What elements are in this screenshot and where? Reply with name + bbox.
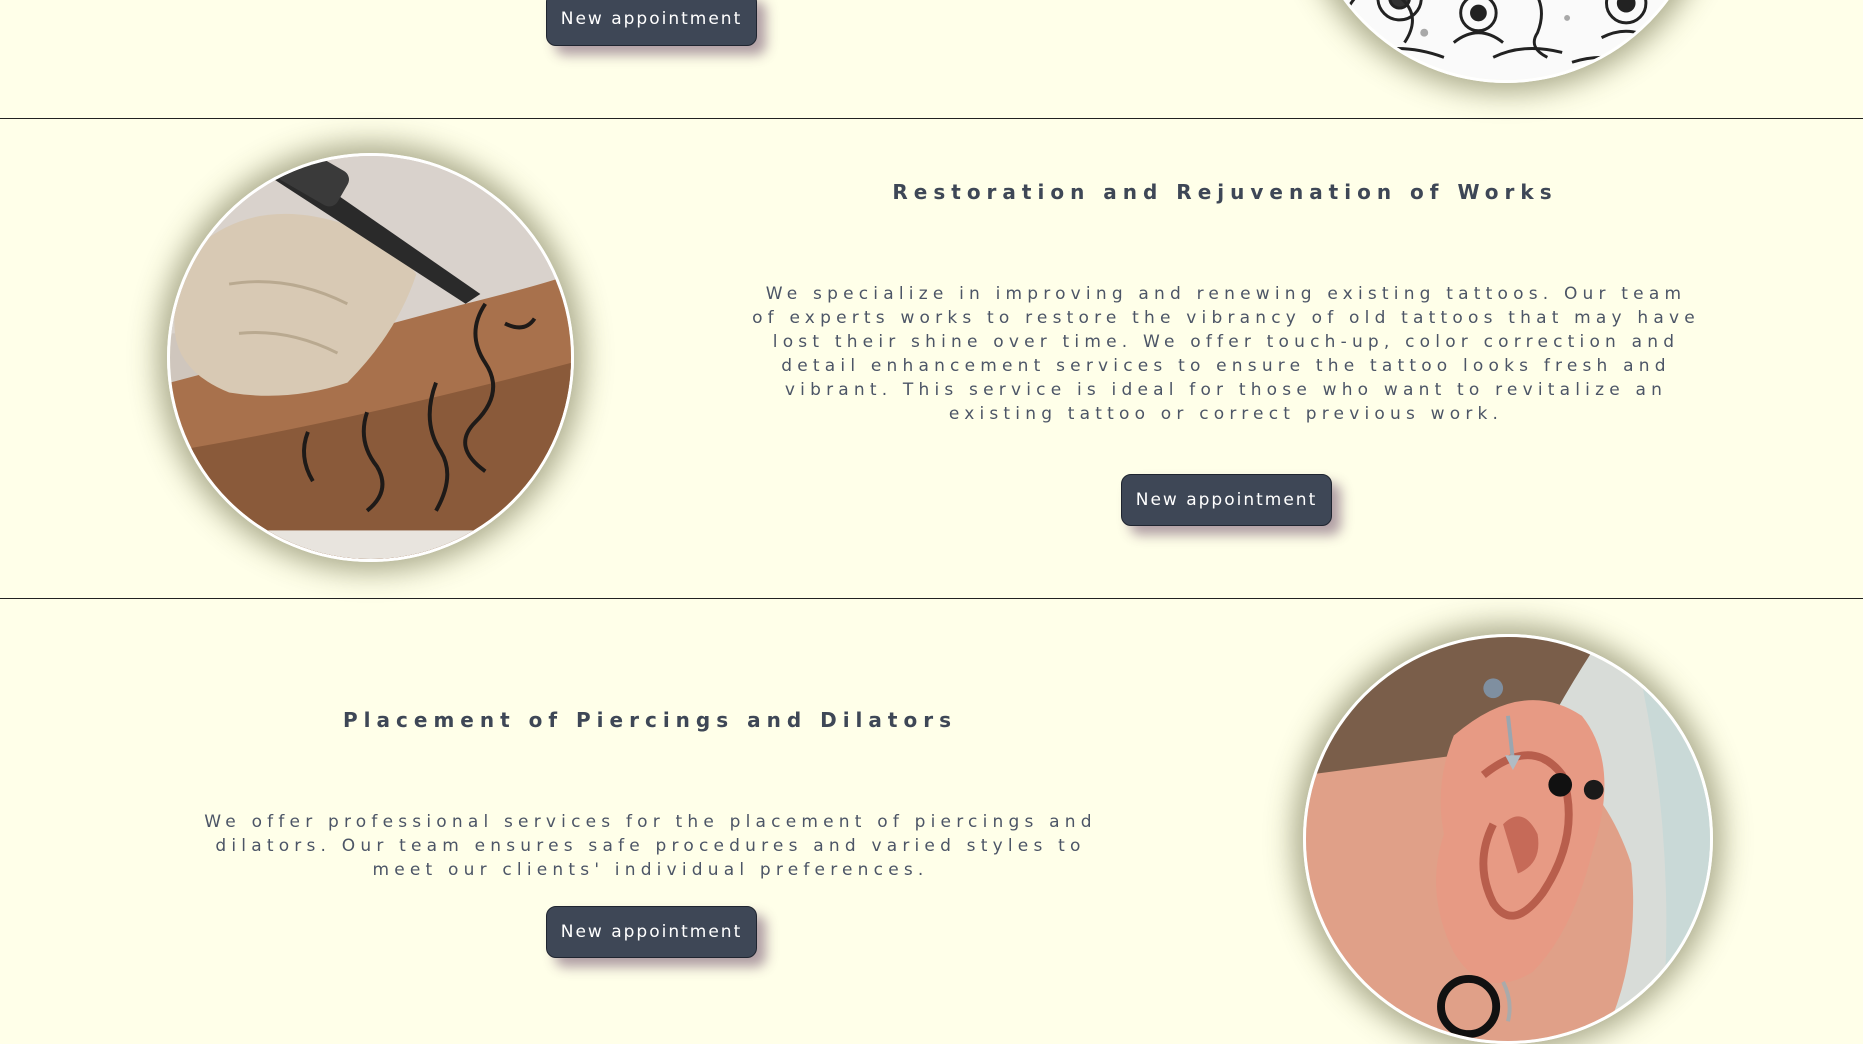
section-divider-2 — [0, 598, 1863, 599]
section-title-piercing: Placement of Piercings and Dilators — [343, 708, 957, 732]
section-description-restoration: We specialize in improving and renewing … — [752, 284, 1700, 424]
ear-piercing-image — [1303, 634, 1713, 1044]
tattoo-flash-image — [1303, 0, 1709, 83]
new-appointment-button-piercing[interactable]: New appointment — [546, 906, 757, 958]
new-appointment-button-top[interactable]: New appointment — [546, 0, 757, 46]
section-divider-1 — [0, 118, 1863, 119]
tattoo-restoration-image — [167, 153, 574, 562]
section-description-piercing: We offer professional services for the p… — [204, 812, 1097, 880]
section-title-restoration: Restoration and Rejuvenation of Works — [892, 180, 1558, 204]
new-appointment-button-restoration[interactable]: New appointment — [1121, 474, 1332, 526]
